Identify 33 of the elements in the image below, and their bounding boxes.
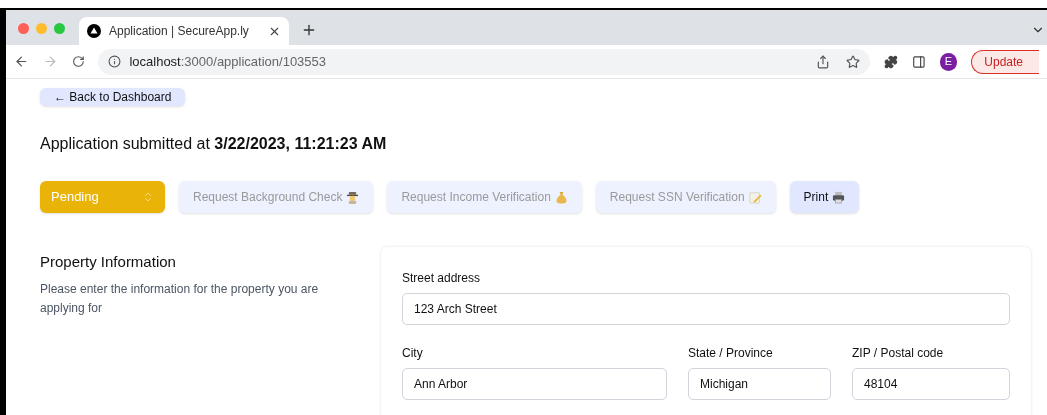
new-tab-icon[interactable] xyxy=(301,22,317,38)
action-button[interactable]: Print xyxy=(789,181,860,213)
text-input[interactable]: Ann Arbor xyxy=(402,368,667,400)
tab-title: Application | SecureApp.ly xyxy=(109,23,250,40)
field-label: ZIP / Postal code xyxy=(852,345,945,362)
update-button[interactable]: Update xyxy=(971,49,1039,74)
memo-icon xyxy=(748,190,762,204)
share-icon[interactable] xyxy=(815,54,830,69)
chevron-up-down-icon xyxy=(142,191,154,203)
section-title: Property Information xyxy=(40,252,177,272)
field-label: Street address xyxy=(402,270,482,287)
field-label: City xyxy=(402,345,424,362)
field-label: State / Province xyxy=(688,345,774,362)
back-to-dashboard-button[interactable]: ← Back to Dashboard xyxy=(40,88,186,106)
extensions-icon[interactable] xyxy=(883,54,898,69)
reload-icon[interactable] xyxy=(71,55,85,68)
section-description: Please enter the information for the property you are applying for xyxy=(40,280,320,317)
text-input[interactable]: 48104 xyxy=(852,368,1010,400)
money-bag-icon xyxy=(554,190,568,204)
url-text: localhost:3000/application/103553 xyxy=(129,52,327,71)
bookmark-star-icon[interactable] xyxy=(845,54,860,69)
browser-tab[interactable]: Application | SecureApp.ly xyxy=(79,17,289,45)
info-icon[interactable] xyxy=(108,55,122,68)
text-input[interactable]: 123 Arch Street xyxy=(402,293,1010,325)
printer-icon xyxy=(832,190,846,204)
triangle-logo-icon xyxy=(87,24,101,38)
detective-icon xyxy=(346,190,360,204)
text-input[interactable]: Michigan xyxy=(688,368,831,400)
address-bar[interactable]: localhost:3000/application/103553 xyxy=(98,48,870,75)
side-panel-icon[interactable] xyxy=(911,54,926,69)
back-icon[interactable] xyxy=(14,54,29,69)
submission-heading: Application submitted at 3/22/2023, 11:21:23 AM xyxy=(40,134,388,154)
profile-avatar[interactable]: E xyxy=(939,52,958,71)
